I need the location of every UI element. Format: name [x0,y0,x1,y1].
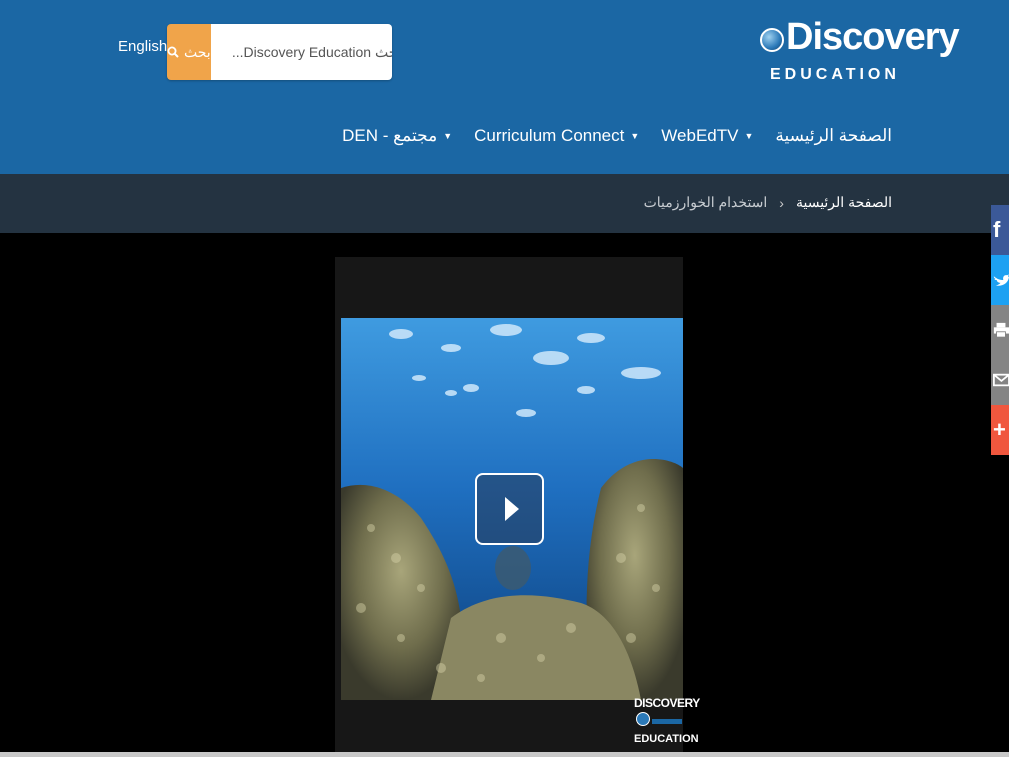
language-link[interactable]: English [118,38,167,55]
nav-item-label: الصفحة الرئيسية [775,126,892,145]
more-share-button[interactable]: + [991,405,1009,455]
search-icon [167,46,179,58]
email-share-button[interactable] [991,355,1009,405]
print-button[interactable] [991,305,1009,355]
twitter-icon [993,274,1009,286]
plus-icon: + [993,417,1006,442]
watermark-bar [652,719,682,725]
facebook-icon: f [993,217,1001,242]
watermark-top-text: DISCOVERY [634,696,700,710]
facebook-share-button[interactable]: f [991,205,1009,255]
search-button[interactable]: بحث [167,24,211,80]
watermark-bottom-text: EDUCATION [634,733,699,745]
nav-item-label: Curriculum Connect [474,126,625,145]
search-button-label: بحث [184,43,211,60]
watermark-globe-icon [636,712,650,726]
nav-item-den-community[interactable]: DEN - مجتمع ▼ [342,126,452,146]
video-watermark-logo: DISCOVERY EDUCATION [634,696,700,748]
nav-item-webedtv[interactable]: WebEdTV ▼ [661,126,753,146]
breadcrumb: الصفحة الرئيسية › استخدام الخوارزميات [644,194,892,211]
envelope-icon [993,373,1009,387]
logo-main-text: Discovery [786,16,960,58]
breadcrumb-home-link[interactable]: الصفحة الرئيسية [796,194,892,211]
nav-item-label: DEN - مجتمع [342,126,438,145]
main-nav: الصفحة الرئيسية WebEdTV ▼ Curriculum Con… [342,126,892,146]
caret-down-icon: ▼ [744,130,754,141]
nav-item-home[interactable]: الصفحة الرئيسية [775,126,892,146]
caret-down-icon: ▼ [443,130,453,141]
nav-item-label: WebEdTV [661,126,739,145]
play-icon [504,497,519,521]
caret-down-icon: ▼ [630,130,640,141]
play-button[interactable] [475,473,544,545]
site-header: English بحث Discovery EDUCATION الصفحة ا… [0,0,1009,174]
search-input[interactable] [210,24,392,80]
bottom-divider [0,752,1009,757]
breadcrumb-current: استخدام الخوارزميات [643,194,768,210]
search-bar: بحث [167,24,392,80]
breadcrumb-bar: الصفحة الرئيسية › استخدام الخوارزميات [0,174,1009,233]
logo-subtext: EDUCATION [770,66,900,83]
nav-item-curriculum-connect[interactable]: Curriculum Connect ▼ [474,126,639,146]
discovery-education-logo[interactable]: Discovery EDUCATION [754,14,960,92]
twitter-share-button[interactable] [991,255,1009,305]
breadcrumb-separator-icon: › [779,194,784,211]
printer-icon [993,322,1009,338]
globe-icon [760,28,784,52]
logo-wordmark: Discovery [760,14,960,60]
